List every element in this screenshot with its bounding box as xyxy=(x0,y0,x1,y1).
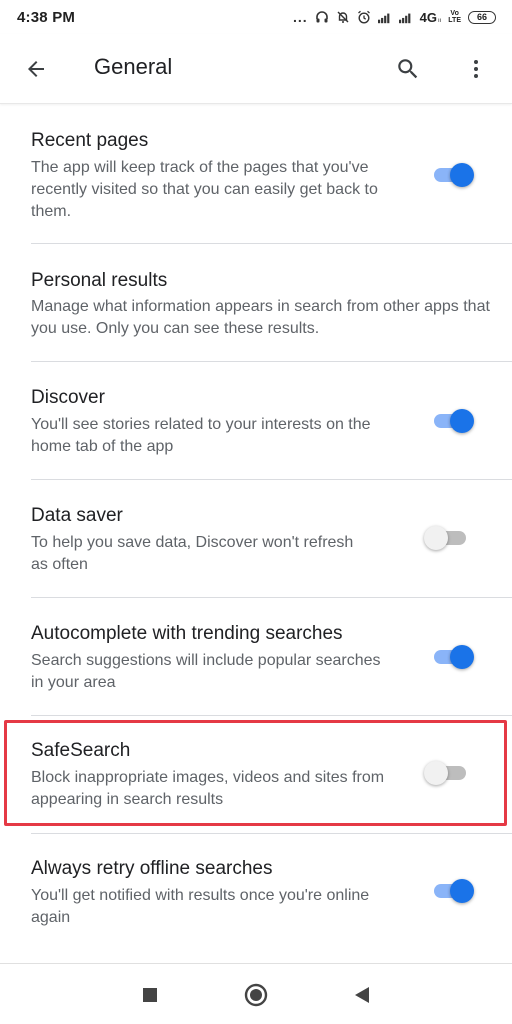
toggle-thumb xyxy=(450,645,474,669)
bell-off-icon xyxy=(336,10,350,24)
setting-title: Data saver xyxy=(31,505,123,526)
battery-level: 66 xyxy=(476,12,487,22)
setting-safesearch[interactable]: SafeSearch Block inappropriate images, v… xyxy=(0,716,512,833)
recents-button[interactable] xyxy=(135,980,165,1010)
setting-description: You'll see stories related to your inter… xyxy=(31,416,371,455)
setting-title: SafeSearch xyxy=(31,740,131,761)
setting-description: To help you save data, Discover won't re… xyxy=(31,534,354,573)
home-button[interactable] xyxy=(241,980,271,1010)
signal-icon-2 xyxy=(398,10,413,24)
headphones-icon xyxy=(315,10,329,24)
alarm-icon xyxy=(357,10,371,24)
system-nav-bar xyxy=(0,963,512,1024)
circle-icon xyxy=(244,983,268,1007)
setting-discover[interactable]: Discover You'll see stories related to y… xyxy=(0,362,512,479)
notification-dots: ... xyxy=(292,9,308,25)
page-title: General xyxy=(94,54,173,79)
nav-back-button[interactable] xyxy=(347,980,377,1010)
setting-description: Block inappropriate images, videos and s… xyxy=(31,769,385,808)
square-icon xyxy=(143,988,157,1002)
arrow-back-icon xyxy=(28,61,44,77)
app-bar: General xyxy=(0,34,512,104)
setting-personal-results[interactable]: Personal results Manage what information… xyxy=(0,244,512,361)
setting-title: Personal results xyxy=(31,270,168,291)
volte-bottom: LTE xyxy=(448,17,461,24)
setting-title: Recent pages xyxy=(31,130,149,151)
toggle-thumb xyxy=(450,409,474,433)
battery-icon: 66 xyxy=(468,10,496,24)
setting-description: The app will keep track of the pages tha… xyxy=(31,159,378,220)
safesearch-toggle[interactable] xyxy=(424,759,472,787)
volte-top: Vo xyxy=(450,10,459,17)
signal-icon xyxy=(377,10,392,24)
status-icons: ... 4G ıı Vo LTE 66 xyxy=(293,9,496,25)
search-icon xyxy=(398,59,418,79)
triangle-back-icon xyxy=(355,987,369,1003)
setting-description: Manage what information appears in searc… xyxy=(31,298,490,337)
setting-description: You'll get notified with results once yo… xyxy=(31,887,370,926)
discover-toggle[interactable] xyxy=(428,407,476,435)
setting-data-saver[interactable]: Data saver To help you save data, Discov… xyxy=(0,480,512,597)
network-sub: ıı xyxy=(437,18,442,24)
more-vert-icon xyxy=(474,60,478,78)
back-button[interactable] xyxy=(18,51,54,87)
toggle-thumb xyxy=(450,163,474,187)
more-options-button[interactable] xyxy=(458,51,494,87)
setting-retry-offline[interactable]: Always retry offline searches You'll get… xyxy=(0,834,512,951)
network-type: 4G xyxy=(419,9,437,25)
retry-offline-toggle[interactable] xyxy=(428,877,476,905)
toggle-thumb xyxy=(450,879,474,903)
setting-recent-pages[interactable]: Recent pages The app will keep track of … xyxy=(0,108,512,244)
autocomplete-toggle[interactable] xyxy=(428,643,476,671)
status-bar: 4:38 PM ... 4G ıı Vo LTE 66 xyxy=(0,0,512,34)
toggle-thumb xyxy=(424,761,448,785)
setting-description: Search suggestions will include popular … xyxy=(31,652,381,691)
recent-pages-toggle[interactable] xyxy=(428,161,476,189)
setting-title: Discover xyxy=(31,387,105,408)
setting-title: Autocomplete with trending searches xyxy=(31,623,343,644)
setting-title: Always retry offline searches xyxy=(31,858,273,879)
search-button[interactable] xyxy=(390,51,426,87)
data-saver-toggle[interactable] xyxy=(424,524,472,552)
toggle-thumb xyxy=(424,526,448,550)
volte-indicator: Vo LTE xyxy=(448,10,461,24)
status-time: 4:38 PM xyxy=(17,8,76,26)
setting-autocomplete-trending[interactable]: Autocomplete with trending searches Sear… xyxy=(0,598,512,715)
